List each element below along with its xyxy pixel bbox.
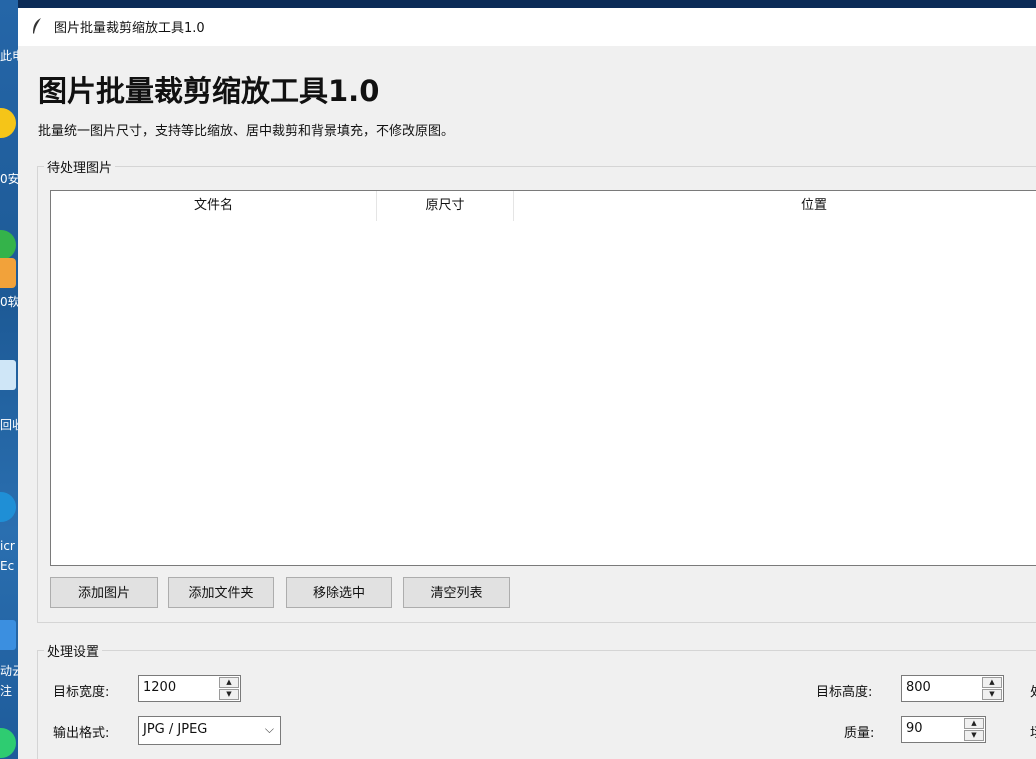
- column-header-filename[interactable]: 文件名: [51, 191, 376, 221]
- clipped-label: 场: [1030, 722, 1036, 741]
- clipped-label: 处: [1030, 681, 1036, 700]
- target-width-value: 1200: [143, 680, 177, 695]
- quality-value: 90: [906, 721, 923, 736]
- desktop-app-icon[interactable]: [0, 258, 16, 288]
- page-subtitle: 批量统一图片尺寸，支持等比缩放、居中裁剪和背景填充，不修改原图。: [38, 124, 455, 139]
- settings-group-label: 处理设置: [44, 641, 103, 660]
- spin-down-icon[interactable]: ▼: [964, 730, 984, 741]
- files-group-label: 待处理图片: [44, 157, 116, 176]
- desktop-app-icon[interactable]: [0, 108, 16, 138]
- target-width-label: 目标宽度:: [53, 685, 110, 700]
- output-format-label: 输出格式:: [53, 726, 110, 741]
- column-header-location[interactable]: 位置: [514, 191, 1036, 221]
- chevron-down-icon[interactable]: ⌵: [265, 722, 274, 737]
- desktop-icon-label: 0软: [0, 295, 18, 309]
- feather-icon: [33, 18, 41, 34]
- target-height-label: 目标高度:: [816, 685, 873, 700]
- desktop-app-icon[interactable]: [0, 230, 16, 260]
- quality-spinbox[interactable]: 90 ▲ ▼: [901, 716, 986, 743]
- edge-browser-icon[interactable]: [0, 492, 16, 522]
- target-width-spinbox[interactable]: 1200 ▲ ▼: [138, 675, 241, 702]
- desktop-icon-label: 此电: [0, 49, 18, 63]
- title-bar[interactable]: 图片批量裁剪缩放工具1.0: [18, 0, 1036, 46]
- spin-down-icon[interactable]: ▼: [219, 689, 239, 700]
- add-image-button[interactable]: 添加图片: [50, 577, 158, 608]
- clear-list-button[interactable]: 清空列表: [403, 577, 510, 608]
- window-title: 图片批量裁剪缩放工具1.0: [54, 21, 205, 36]
- quality-label: 质量:: [844, 726, 875, 741]
- spin-up-icon[interactable]: ▲: [219, 677, 239, 688]
- output-format-value: JPG / JPEG: [143, 722, 208, 737]
- app-window: 图片批量裁剪缩放工具1.0 图片批量裁剪缩放工具1.0 批量统一图片尺寸，支持等…: [18, 0, 1036, 759]
- desktop-icon-label: Ec: [0, 559, 15, 573]
- desktop-icon-label: icr: [0, 539, 15, 553]
- page-title: 图片批量裁剪缩放工具1.0: [38, 74, 380, 108]
- desktop-background: 此电 0安 0软 回收 icr Ec 动云 注: [0, 0, 18, 759]
- spin-up-icon[interactable]: ▲: [964, 718, 984, 729]
- column-header-size[interactable]: 原尺寸: [377, 191, 513, 221]
- help-icon[interactable]: [0, 620, 16, 650]
- remove-selected-button[interactable]: 移除选中: [286, 577, 392, 608]
- add-folder-button[interactable]: 添加文件夹: [168, 577, 274, 608]
- spin-up-icon[interactable]: ▲: [982, 677, 1002, 688]
- file-list-table[interactable]: 文件名 原尺寸 位置: [50, 190, 1036, 566]
- wechat-icon[interactable]: [0, 728, 16, 758]
- desktop-icon-label: 注: [0, 684, 13, 698]
- spin-down-icon[interactable]: ▼: [982, 689, 1002, 700]
- desktop-icon-label: 0安: [0, 172, 18, 186]
- desktop-icon-label: 动云: [0, 664, 18, 678]
- target-height-spinbox[interactable]: 800 ▲ ▼: [901, 675, 1004, 702]
- output-format-select[interactable]: JPG / JPEG ⌵: [138, 716, 281, 745]
- desktop-icon-label: 回收: [0, 418, 18, 432]
- recycle-bin-icon[interactable]: [0, 360, 16, 390]
- target-height-value: 800: [906, 680, 931, 695]
